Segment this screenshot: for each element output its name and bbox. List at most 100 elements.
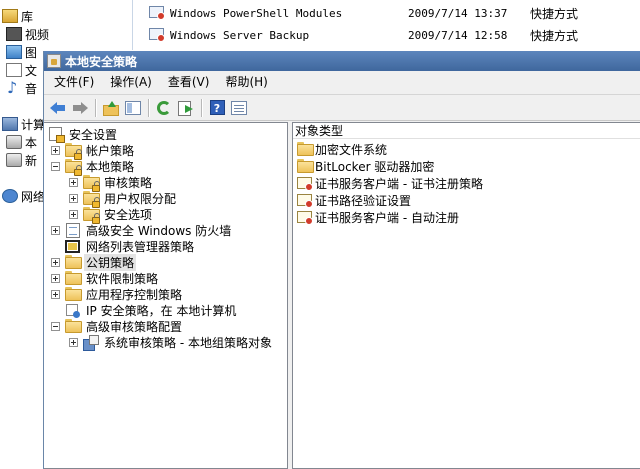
drive-icon bbox=[6, 135, 22, 149]
folder-icon bbox=[297, 159, 313, 174]
nav-item-pictures[interactable]: 图 bbox=[6, 43, 37, 61]
folder-lock-icon bbox=[65, 143, 82, 160]
menu-bar: 文件(F) 操作(A) 查看(V) 帮助(H) bbox=[44, 71, 640, 93]
column-header-object-type[interactable]: 对象类型 bbox=[293, 123, 640, 139]
nav-item-music[interactable]: 音 bbox=[6, 78, 37, 97]
properties-icon bbox=[231, 100, 247, 115]
show-hide-tree-icon bbox=[125, 100, 141, 115]
help-button[interactable]: ? bbox=[206, 97, 228, 119]
drive-icon bbox=[6, 153, 22, 167]
export-list-icon bbox=[178, 100, 194, 116]
certificate-icon bbox=[297, 193, 313, 208]
nav-item-computer[interactable]: 计算 bbox=[2, 115, 45, 133]
tree-item[interactable]: 审核策略 bbox=[69, 174, 154, 192]
up-one-level-button[interactable] bbox=[100, 97, 122, 119]
nav-item-new-volume[interactable]: 新 bbox=[6, 151, 37, 169]
shortcut-icon bbox=[149, 5, 165, 21]
tree-item[interactable]: IP 安全策略，在 本地计算机 bbox=[65, 302, 238, 318]
properties-button[interactable] bbox=[228, 97, 250, 119]
back-icon bbox=[50, 101, 66, 114]
toolbar-separator bbox=[148, 98, 149, 117]
folder-lock-icon bbox=[83, 191, 100, 208]
list-item[interactable]: 证书服务客户端 - 证书注册策略 bbox=[297, 175, 483, 192]
audit-policy-icon bbox=[83, 334, 99, 351]
local-security-policy-window: 本地安全策略 文件(F) 操作(A) 查看(V) 帮助(H) ? 安全设置 帐户… bbox=[43, 51, 640, 469]
folder-icon bbox=[65, 287, 81, 302]
tree-item[interactable]: 网络列表管理器策略 bbox=[65, 238, 196, 254]
folder-icon bbox=[297, 142, 313, 157]
menu-help[interactable]: 帮助(H) bbox=[217, 71, 275, 93]
tree-item[interactable]: 本地策略 bbox=[51, 158, 136, 176]
window-title: 本地安全策略 bbox=[65, 54, 138, 69]
folder-icon bbox=[65, 255, 81, 270]
folder-lock-icon bbox=[83, 207, 100, 224]
forward-button[interactable] bbox=[69, 97, 91, 119]
firewall-doc-icon bbox=[65, 222, 81, 238]
expand-toggle[interactable] bbox=[69, 337, 78, 347]
folder-lock-icon bbox=[83, 175, 100, 192]
file-row[interactable]: Windows Server Backup 2009/7/14 12:58 快捷… bbox=[149, 25, 578, 45]
security-settings-icon bbox=[48, 126, 65, 143]
tree-item-security-settings[interactable]: 安全设置 bbox=[48, 126, 119, 143]
tree-item[interactable]: 应用程序控制策略 bbox=[51, 286, 184, 302]
tree-item[interactable]: 用户权限分配 bbox=[69, 190, 178, 208]
refresh-button[interactable] bbox=[153, 97, 175, 119]
expand-toggle[interactable] bbox=[51, 289, 60, 299]
expand-toggle[interactable] bbox=[51, 273, 60, 283]
list-item[interactable]: 加密文件系统 bbox=[297, 141, 387, 158]
app-icon bbox=[47, 54, 61, 68]
ipsec-icon bbox=[65, 303, 81, 318]
expand-toggle[interactable] bbox=[69, 209, 78, 219]
tree-item-selected[interactable]: 公钥策略 bbox=[51, 253, 137, 271]
menu-file[interactable]: 文件(F) bbox=[46, 71, 102, 93]
background-navigation-pane: 库 视频 图 文 音 计算 本 新 网络 bbox=[0, 0, 49, 469]
window-titlebar[interactable]: 本地安全策略 bbox=[44, 51, 640, 71]
tree-item[interactable]: 安全选项 bbox=[69, 206, 154, 224]
list-item[interactable]: BitLocker 驱动器加密 bbox=[297, 158, 434, 175]
menu-view[interactable]: 查看(V) bbox=[160, 71, 218, 93]
tree-item[interactable]: 系统审核策略 - 本地组策略对象 bbox=[69, 334, 274, 351]
folder-icon bbox=[65, 271, 81, 286]
nav-item-local-disk[interactable]: 本 bbox=[6, 133, 37, 151]
export-list-button[interactable] bbox=[175, 97, 197, 119]
expand-toggle[interactable] bbox=[51, 145, 60, 155]
list-item[interactable]: 证书路径验证设置 bbox=[297, 192, 411, 209]
menu-action[interactable]: 操作(A) bbox=[102, 71, 160, 93]
list-item[interactable]: 证书服务客户端 - 自动注册 bbox=[297, 209, 459, 226]
forward-icon bbox=[72, 101, 88, 114]
file-row[interactable]: Windows PowerShell Modules 2009/7/14 13:… bbox=[149, 3, 578, 23]
nav-item-library[interactable]: 库 bbox=[2, 7, 33, 25]
music-icon bbox=[6, 78, 22, 97]
expand-toggle[interactable] bbox=[51, 225, 60, 235]
tree-item[interactable]: 高级安全 Windows 防火墙 bbox=[51, 222, 233, 238]
toolbar-separator bbox=[201, 98, 202, 117]
expand-toggle[interactable] bbox=[69, 193, 78, 203]
tree-item[interactable]: 软件限制策略 bbox=[51, 270, 160, 286]
help-icon: ? bbox=[209, 100, 225, 115]
certificate-icon bbox=[297, 210, 313, 225]
toolbar-separator bbox=[95, 98, 96, 117]
details-pane[interactable]: 对象类型 加密文件系统 BitLocker 驱动器加密 证书服务客户端 - 证书… bbox=[292, 122, 640, 469]
nav-item-documents[interactable]: 文 bbox=[6, 61, 37, 79]
expand-toggle[interactable] bbox=[69, 177, 78, 187]
library-icon bbox=[2, 9, 18, 23]
nav-item-videos[interactable]: 视频 bbox=[6, 25, 49, 43]
nav-item-network[interactable]: 网络 bbox=[2, 187, 45, 205]
network-icon bbox=[2, 189, 18, 203]
tree-item[interactable]: 帐户策略 bbox=[51, 142, 136, 160]
computer-icon bbox=[2, 117, 18, 131]
certificate-icon bbox=[297, 176, 313, 191]
back-button[interactable] bbox=[47, 97, 69, 119]
pictures-icon bbox=[6, 45, 22, 59]
folder-lock-icon bbox=[65, 159, 82, 176]
shortcut-icon bbox=[149, 27, 165, 43]
collapse-toggle[interactable] bbox=[51, 321, 60, 331]
show-hide-tree-button[interactable] bbox=[122, 97, 144, 119]
refresh-icon bbox=[157, 100, 171, 115]
background-file-list: Windows PowerShell Modules 2009/7/14 13:… bbox=[133, 0, 640, 50]
expand-toggle[interactable] bbox=[51, 257, 60, 267]
folder-icon bbox=[65, 319, 81, 334]
collapse-toggle[interactable] bbox=[51, 161, 60, 171]
tree-item[interactable]: 高级审核策略配置 bbox=[51, 318, 184, 334]
console-tree-pane[interactable]: 安全设置 帐户策略 本地策略 审核策略 用户权限分配 安全选项 高级安全 Win… bbox=[44, 122, 288, 469]
